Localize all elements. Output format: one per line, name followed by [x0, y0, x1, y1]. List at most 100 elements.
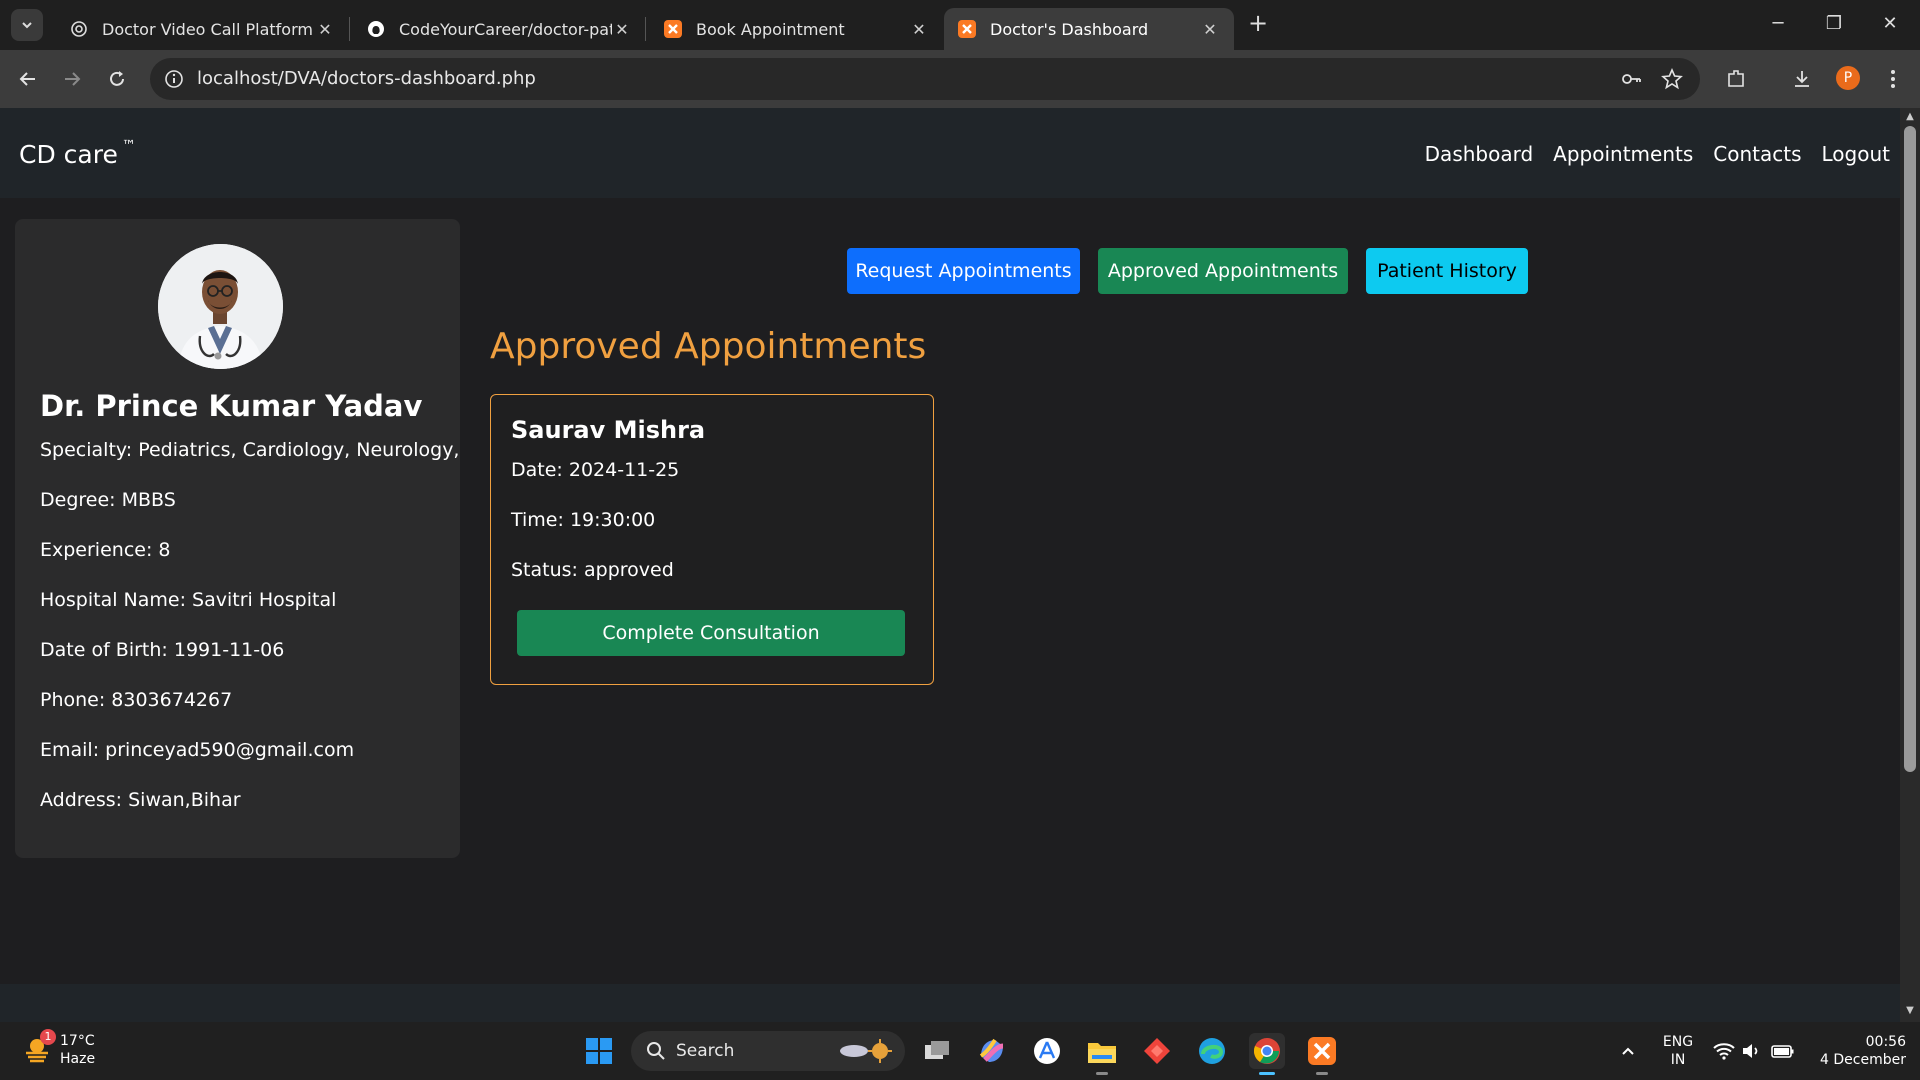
- address-bar[interactable]: localhost/DVA/doctors-dashboard.php: [150, 58, 1700, 100]
- tab-title: Doctor's Dashboard: [990, 19, 1149, 39]
- restore-button[interactable]: ❐: [1810, 8, 1858, 40]
- nav-logout[interactable]: Logout: [1822, 142, 1890, 166]
- chevron-down-icon: [22, 22, 32, 29]
- github-icon: [367, 20, 385, 38]
- browser-tab-strip: Doctor Video Call Platform ✕ CodeYourCar…: [0, 0, 1920, 50]
- tab-doctor-video-call[interactable]: Doctor Video Call Platform ✕: [56, 8, 349, 50]
- web-page: CD care ™ Dashboard Appointments Contacts…: [0, 108, 1900, 984]
- tab-divider: [645, 17, 646, 41]
- page-scrollbar[interactable]: ▲ ▼: [1900, 108, 1920, 1022]
- brand-logo[interactable]: CD care ™: [19, 137, 136, 169]
- extensions-icon[interactable]: [1720, 63, 1752, 95]
- download-icon[interactable]: [1786, 63, 1818, 95]
- doctor-profile-card: Dr. Prince Kumar Yadav Specialty: Pediat…: [15, 219, 460, 858]
- appointment-status: Status: approved: [511, 559, 674, 581]
- task-view-icon[interactable]: [919, 1033, 955, 1069]
- browser-toolbar: localhost/DVA/doctors-dashboard.php P: [0, 50, 1920, 108]
- tab-search-button[interactable]: [11, 9, 43, 41]
- search-icon: [647, 1042, 665, 1060]
- edge-browser-icon[interactable]: [1194, 1033, 1230, 1069]
- xampp-icon[interactable]: [1304, 1033, 1340, 1075]
- nav-dashboard[interactable]: Dashboard: [1425, 142, 1534, 166]
- reload-icon: [110, 71, 124, 86]
- tab-github-repo[interactable]: CodeYourCareer/doctor-patient ✕: [353, 8, 646, 50]
- appointment-time: Time: 19:30:00: [511, 509, 656, 531]
- profile-avatar[interactable]: P: [1836, 66, 1860, 90]
- tab-divider: [349, 17, 350, 41]
- doctor-address: Address: Siwan,Bihar: [40, 789, 241, 811]
- running-indicator: [1316, 1072, 1328, 1075]
- complete-consultation-button[interactable]: Complete Consultation: [517, 610, 905, 656]
- close-icon[interactable]: ✕: [1200, 20, 1220, 39]
- arrow-left-icon: [19, 72, 35, 86]
- clock-date: 4 December: [1820, 1052, 1906, 1068]
- doctor-degree: Degree: MBBS: [40, 489, 176, 511]
- scroll-up-icon[interactable]: ▲: [1905, 112, 1915, 122]
- back-button[interactable]: [12, 63, 44, 95]
- search-label: Search: [676, 1041, 735, 1061]
- language-code: ENG: [1662, 1034, 1694, 1050]
- xampp-icon: [958, 20, 976, 38]
- weather-widget[interactable]: 1 17°C Haze: [22, 1029, 96, 1068]
- taskbar-search[interactable]: Search: [631, 1031, 905, 1071]
- openai-icon: [70, 20, 88, 38]
- xampp-icon: [664, 20, 682, 38]
- password-key-icon[interactable]: [1619, 67, 1643, 91]
- tab-book-appointment[interactable]: Book Appointment ✕: [650, 8, 943, 50]
- trademark-mark: ™: [121, 137, 136, 154]
- nav-appointments[interactable]: Appointments: [1553, 142, 1693, 166]
- appointment-card: Saurav Mishra Date: 2024-11-25 Time: 19:…: [490, 394, 934, 685]
- scroll-down-icon[interactable]: ▼: [1905, 1006, 1915, 1016]
- brand-name: CD care: [19, 140, 118, 169]
- site-info-icon[interactable]: [162, 67, 186, 91]
- battery-icon[interactable]: [1765, 1033, 1801, 1069]
- nav-links: Dashboard Appointments Contacts Logout: [1425, 142, 1890, 166]
- tab-title: Book Appointment: [696, 19, 845, 39]
- close-icon[interactable]: ✕: [315, 20, 335, 39]
- tab-doctors-dashboard[interactable]: Doctor's Dashboard ✕: [944, 8, 1234, 50]
- close-icon[interactable]: ✕: [612, 20, 632, 39]
- app-store-icon[interactable]: [1029, 1033, 1065, 1069]
- tab-title: CodeYourCareer/doctor-patient: [399, 19, 612, 39]
- haze-weather-icon: 1: [22, 1029, 56, 1065]
- appointment-date: Date: 2024-11-25: [511, 459, 680, 481]
- doctor-phone: Phone: 8303674267: [40, 689, 233, 711]
- clock-time: 00:56: [1865, 1034, 1906, 1050]
- doctor-email: Email: princeyad590@gmail.com: [40, 739, 355, 761]
- nav-contacts[interactable]: Contacts: [1713, 142, 1801, 166]
- tab-title: Doctor Video Call Platform: [102, 19, 313, 39]
- chrome-browser-icon[interactable]: [1249, 1033, 1285, 1075]
- file-explorer-icon[interactable]: [1084, 1033, 1120, 1075]
- copilot-icon[interactable]: [974, 1033, 1010, 1069]
- weather-description: Haze: [60, 1051, 96, 1067]
- chevron-up-icon[interactable]: [1610, 1033, 1646, 1069]
- search-highlight-icon: [840, 1039, 892, 1063]
- request-appointments-button[interactable]: Request Appointments: [847, 248, 1080, 294]
- page-footer-bar: [0, 984, 1900, 1022]
- doctor-avatar: [158, 244, 283, 369]
- anydesk-icon[interactable]: [1139, 1033, 1175, 1069]
- new-tab-button[interactable]: +: [1246, 11, 1270, 36]
- language-indicator[interactable]: ENG IN: [1660, 1033, 1696, 1069]
- minimize-button[interactable]: ─: [1754, 8, 1802, 40]
- region-code: IN: [1670, 1052, 1686, 1068]
- close-window-button[interactable]: ✕: [1866, 8, 1914, 40]
- patient-name: Saurav Mishra: [511, 416, 706, 444]
- windows-start-icon[interactable]: [581, 1033, 617, 1069]
- system-clock[interactable]: 00:56 4 December: [1806, 1033, 1906, 1069]
- active-indicator: [1259, 1072, 1275, 1075]
- url-text[interactable]: localhost/DVA/doctors-dashboard.php: [197, 68, 536, 89]
- forward-button[interactable]: [56, 63, 88, 95]
- doctor-experience: Experience: 8: [40, 539, 171, 561]
- section-title: Approved Appointments: [490, 326, 927, 367]
- patient-history-button[interactable]: Patient History: [1366, 248, 1528, 294]
- close-icon[interactable]: ✕: [909, 20, 929, 39]
- kebab-menu-icon[interactable]: [1877, 63, 1909, 95]
- running-indicator: [1096, 1072, 1108, 1075]
- reload-button[interactable]: [101, 63, 133, 95]
- scroll-thumb[interactable]: [1904, 126, 1916, 772]
- arrow-right-icon: [65, 72, 81, 86]
- bookmark-star-icon[interactable]: [1660, 67, 1684, 91]
- approved-appointments-button[interactable]: Approved Appointments: [1098, 248, 1348, 294]
- notification-badge: 1: [40, 1029, 56, 1045]
